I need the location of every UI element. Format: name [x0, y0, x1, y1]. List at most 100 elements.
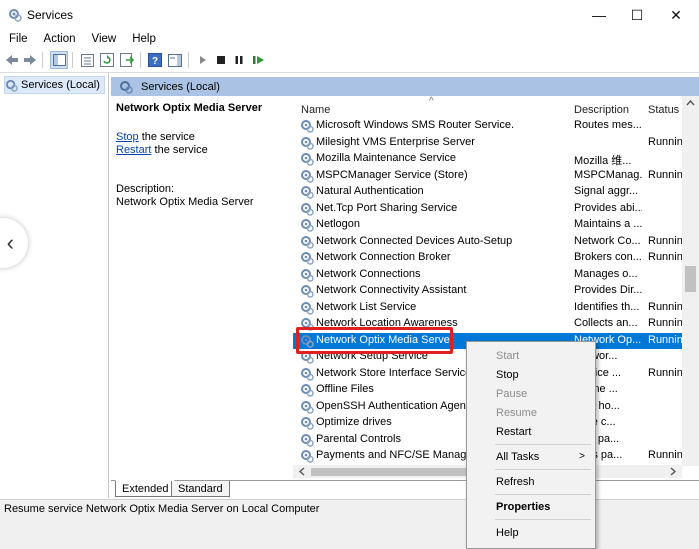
column-header-description[interactable]: Description [574, 96, 629, 118]
context-menu-label: All Tasks [496, 450, 540, 463]
menu-help[interactable]: Help [125, 33, 163, 45]
service-description: Identifies th... [574, 300, 640, 313]
toolbar: ? [0, 48, 699, 73]
gear-services-icon [301, 186, 314, 199]
context-menu-label: Properties [496, 500, 551, 513]
close-button[interactable]: ✕ [653, 0, 699, 30]
context-menu-item-help[interactable]: Help [467, 523, 595, 542]
table-row[interactable]: MSPCManager Service (Store) MSPCManag... R… [293, 168, 699, 185]
column-header-name[interactable]: Name [301, 96, 330, 118]
stop-service-link[interactable]: Stop [116, 131, 139, 143]
gear-services-icon [301, 153, 314, 166]
scroll-up-arrow-icon[interactable] [682, 96, 699, 110]
show-action-pane-icon[interactable] [166, 51, 184, 69]
context-menu-item-start[interactable]: Start [467, 346, 595, 365]
main-header: Services (Local) [111, 77, 699, 96]
toolbar-separator [42, 52, 43, 68]
context-menu-item-restart[interactable]: Restart [467, 422, 595, 441]
service-name: Payments and NFC/SE Manager [316, 449, 477, 461]
show-hide-tree-icon[interactable] [50, 51, 68, 69]
toolbar-separator [140, 52, 141, 68]
svg-text:?: ? [152, 56, 158, 67]
service-description: MSPCManag... [574, 168, 642, 181]
context-menu-item-refresh[interactable]: Refresh [467, 472, 595, 491]
gear-services-icon [301, 301, 314, 315]
restart-link-line: Restart the service [116, 144, 208, 156]
tree-item-label: Services (Local) [21, 79, 100, 91]
column-header-status[interactable]: Status [648, 96, 679, 118]
tab-standard[interactable]: Standard [171, 481, 230, 497]
back-arrow-icon[interactable] [3, 51, 21, 69]
service-name: Mozilla Maintenance Service [316, 152, 457, 164]
context-menu-separator [495, 519, 591, 520]
menu-file[interactable]: File [2, 33, 35, 45]
horizontal-scroll-thumb[interactable] [311, 468, 481, 476]
service-name: Parental Controls [316, 432, 401, 445]
service-name: Net.Tcp Port Sharing Service [316, 201, 458, 214]
gear-services-icon [301, 120, 314, 133]
export-list-icon[interactable] [118, 51, 136, 69]
stop-service-icon[interactable] [212, 51, 230, 69]
scroll-left-arrow-icon[interactable] [295, 465, 309, 478]
restart-service-icon[interactable] [250, 51, 268, 69]
table-row[interactable]: Network Connected Devices Auto-Setup Netw… [293, 234, 699, 251]
vertical-scrollbar[interactable] [682, 96, 699, 466]
help-icon[interactable]: ? [146, 51, 164, 69]
context-menu-item-pause[interactable]: Pause [467, 384, 595, 403]
forward-arrow-icon[interactable] [21, 51, 39, 69]
detail-pane: Network Optix Media Server Stop the serv… [111, 96, 291, 478]
stop-link-suffix: the service [138, 131, 195, 143]
description-text: Network Optix Media Server [116, 196, 254, 208]
table-row[interactable]: Network Connections Manages o... [293, 267, 699, 284]
context-menu-item-properties[interactable]: Properties [467, 497, 595, 516]
tree-item-services-local[interactable]: Services (Local) [4, 76, 105, 94]
service-description: Collects an... [574, 317, 638, 329]
tab-extended[interactable]: Extended [115, 480, 176, 497]
menu-action[interactable]: Action [37, 33, 83, 45]
sort-indicator: ^ [429, 96, 434, 107]
gear-services-icon [301, 450, 314, 463]
service-name: Network Connection Broker [316, 251, 451, 263]
context-menu-label: Pause [496, 387, 528, 400]
gear-services-icon [301, 219, 314, 232]
start-service-icon[interactable] [194, 51, 212, 69]
pause-service-icon[interactable] [230, 51, 248, 69]
context-menu-separator [495, 494, 591, 495]
service-name: Network Connections [316, 267, 421, 280]
table-row[interactable]: Network List Service Identifies th... Runn… [293, 300, 699, 317]
table-row[interactable]: Natural Authentication Signal aggr... [293, 184, 699, 201]
table-row[interactable]: Netlogon Maintains a ... [293, 217, 699, 234]
context-menu-separator [495, 444, 591, 445]
gear-services-icon [301, 384, 314, 397]
table-row[interactable]: Network Connectivity Assistant Provides D… [293, 283, 699, 300]
gear-services-icon [301, 202, 314, 216]
gear-services-icon [301, 417, 314, 430]
table-row[interactable]: Net.Tcp Port Sharing Service Provides abi… [293, 201, 699, 218]
main-header-title: Services (Local) [141, 80, 220, 93]
table-row[interactable]: Milesight VMS Enterprise Server Running [293, 135, 699, 152]
context-menu-item-resume[interactable]: Resume [467, 403, 595, 422]
context-menu-item-all-tasks[interactable]: All Tasks > [467, 447, 595, 466]
refresh-icon[interactable] [98, 51, 116, 69]
service-description: Provides Dir... [574, 284, 642, 296]
service-name: OpenSSH Authentication Agent [316, 399, 469, 412]
service-description: Provides abi... [574, 201, 642, 214]
properties-icon[interactable] [78, 51, 96, 69]
context-menu-label: Stop [496, 368, 519, 381]
service-name: Netlogon [316, 218, 361, 230]
table-row[interactable]: Microsoft Windows SMS Router Service. Rou… [293, 118, 699, 135]
vertical-scroll-thumb[interactable] [685, 266, 696, 292]
table-row[interactable]: Network Connection Broker Brokers con... R… [293, 250, 699, 267]
status-text: Resume service Network Optix Media Serve… [4, 503, 320, 515]
table-row[interactable]: Mozilla Maintenance Service Mozilla 维... [293, 151, 699, 168]
gear-services-icon [301, 136, 314, 150]
service-description: Routes mes... [574, 119, 642, 131]
service-description: Signal aggr... [574, 185, 639, 197]
title-bar: Services — ☐ ✕ [0, 0, 699, 30]
gear-services-icon [301, 268, 314, 282]
scroll-right-arrow-icon[interactable] [666, 465, 680, 478]
menu-view[interactable]: View [85, 33, 124, 45]
context-menu: Start Stop Pause Resume Restart All Tasks > Ref… [466, 341, 596, 549]
restart-service-link[interactable]: Restart [116, 144, 151, 156]
context-menu-item-stop[interactable]: Stop [467, 365, 595, 384]
